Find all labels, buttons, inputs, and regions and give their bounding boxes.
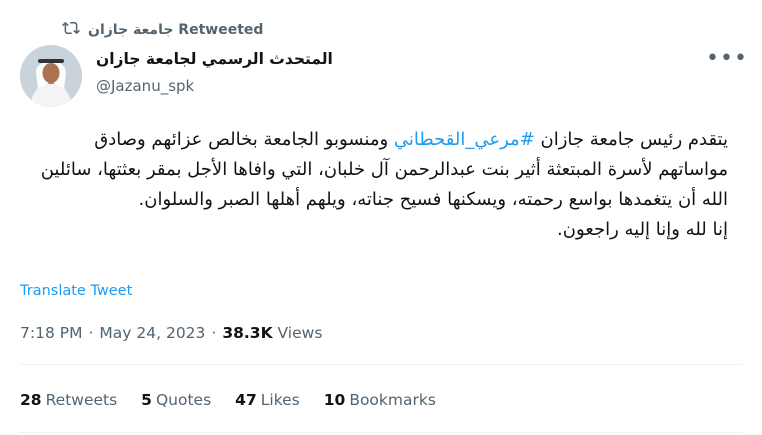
tweet-stats: 28 Retweets 5 Quotes 47 Likes 10 Bookmarks [20,391,436,409]
tweet-date[interactable]: May 24, 2023 [99,324,205,342]
bookmarks-stat[interactable]: 10 Bookmarks [324,391,436,409]
retweets-count: 28 [20,391,42,409]
bookmarks-count: 10 [323,391,346,409]
hashtag-link[interactable]: #مرعي_القحطاني [394,129,535,150]
tweet-meta: 7:18 PM · May 24, 2023 · 38.3K Views [20,324,322,342]
translate-tweet-link[interactable]: Translate Tweet [20,283,132,299]
meta-separator: · [211,324,217,342]
likes-count: 47 [235,391,257,409]
meta-separator: · [88,324,94,342]
quotes-stat[interactable]: 5 Quotes [141,391,211,409]
views-label: Views [277,324,323,342]
more-options-icon[interactable]: ••• [706,48,748,70]
tweet-time[interactable]: 7:18 PM [20,324,82,342]
quotes-count: 5 [141,391,152,409]
retweets-stat[interactable]: 28 Retweets [20,391,117,409]
bookmarks-label: Bookmarks [349,391,436,409]
quotes-label: Quotes [155,391,212,409]
tweet-text-part1: يتقدم رئيس جامعة جازان [534,129,729,150]
views-count-group[interactable]: 38.3K Views [222,324,322,342]
tweet-text-line2: إنا لله وإنا إليه راجعون. [557,219,728,240]
author-name[interactable]: المتحدث الرسمي لجامعة جازان [96,50,333,68]
retweets-label: Retweets [45,391,118,409]
divider [20,432,742,433]
avatar[interactable] [20,45,82,107]
likes-label: Likes [260,391,300,409]
author-handle[interactable]: @Jazanu_spk [96,77,194,95]
retweeted-by[interactable]: جامعة جازان Retweeted [62,19,263,41]
divider [20,364,742,365]
likes-stat[interactable]: 47 Likes [235,391,300,409]
retweeted-by-label: جامعة جازان Retweeted [88,22,264,38]
tweet-text: يتقدم رئيس جامعة جازان #مرعي_القحطاني وم… [20,125,728,245]
retweet-icon [62,19,80,41]
views-count: 38.3K [222,324,273,342]
